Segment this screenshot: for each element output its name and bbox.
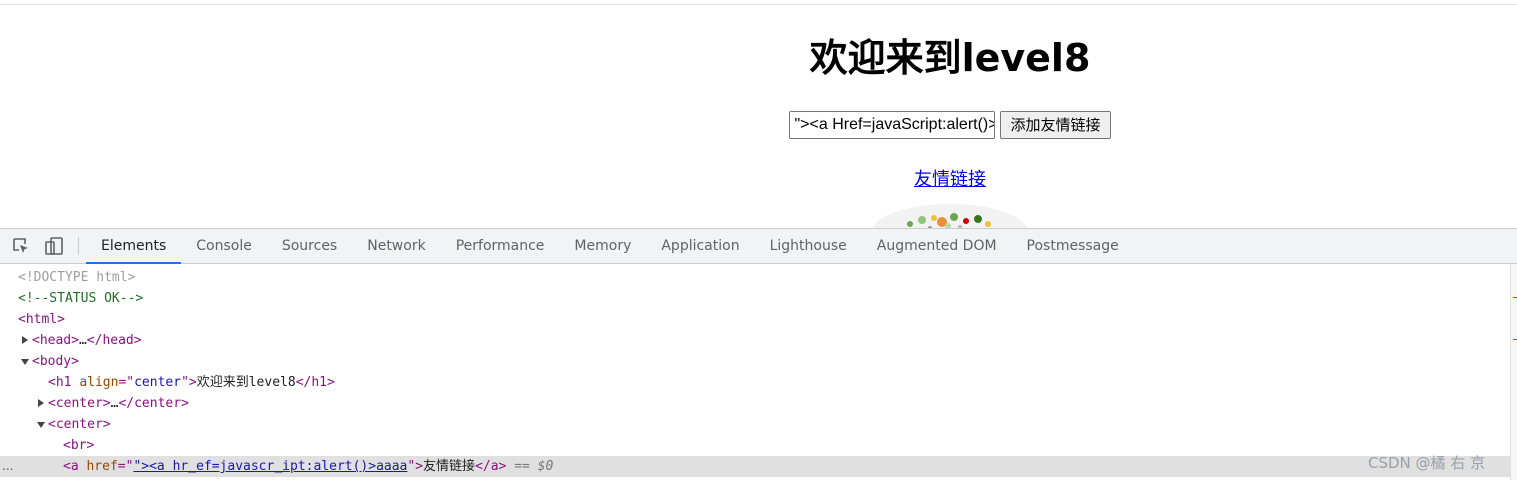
device-toolbar-icon[interactable] [44,236,64,256]
h1-attr-value: center [134,375,182,390]
dom-node-comment[interactable]: <!--STATUS OK--> [0,288,1510,309]
page-viewport: 欢迎来到level8 "><a Href=javaScript:alert()>… [0,0,1517,228]
dom-node-h1[interactable]: <h1 align="center">欢迎来到level8</h1> [0,372,1510,393]
a-href-value-link[interactable]: "><a hr_ef=javascr_ipt:alert()>aaaa [133,459,407,474]
tab-lighthouse[interactable]: Lighthouse [755,229,862,263]
html-tag: <html> [18,312,65,327]
add-friend-link-button[interactable]: 添加友情链接 [1000,111,1111,139]
tab-application[interactable]: Application [646,229,754,263]
h1-open-tag: <h1 [48,375,72,390]
dom-node-center-collapsed[interactable]: <center>…</center> [0,393,1510,414]
selected-marker: == $0 [514,459,554,474]
center-close-tag: </center> [118,396,189,411]
h1-attr-eq: =" [118,375,135,390]
devtools-toolbar: Elements Console Sources Network Perform… [0,229,1517,264]
top-divider [0,4,1517,5]
h1-attr-end: "> [181,375,197,390]
a-open-tag: <a [63,459,79,474]
head-close-tag: </head> [86,333,142,348]
expand-arrow-icon[interactable] [38,399,44,407]
h1-text: 欢迎来到level8 [196,375,296,390]
head-open-tag: <head> [32,333,79,348]
collapse-arrow-icon[interactable] [37,422,45,428]
tab-performance[interactable]: Performance [441,229,560,263]
h1-close-tag: </h1> [295,375,335,390]
elements-tree: <!DOCTYPE html> <!--STATUS OK--> <html> … [0,264,1510,480]
br-tag: <br> [63,438,95,453]
watermark: CSDN @橘 右 京 [1368,454,1486,472]
devtools-tabs: Elements Console Sources Network Perform… [86,229,1134,264]
center-open-tag: <center> [48,396,111,411]
comment-text: <!--STATUS OK--> [18,291,144,306]
more-options-icon[interactable]: ... [2,456,22,477]
tab-sources[interactable]: Sources [267,229,352,263]
a-attr-name: href [86,459,118,474]
dom-node-html[interactable]: <html> [0,309,1510,330]
a-attr-end: "> [407,459,424,474]
doctype-text: <!DOCTYPE html> [18,270,136,285]
tab-memory[interactable]: Memory [559,229,646,263]
tab-network[interactable]: Network [352,229,440,263]
tab-postmessage[interactable]: Postmessage [1012,229,1134,263]
scroll-marker [1513,339,1517,340]
toolbar-divider [78,237,79,255]
tab-console[interactable]: Console [181,229,267,263]
a-attr-eq: =" [117,459,134,474]
h1-attr-name: align [79,375,119,390]
tab-augmented-dom[interactable]: Augmented DOM [862,229,1012,263]
head-ellipsis[interactable]: … [79,333,87,348]
a-text: 友情链接 [423,459,476,474]
scroll-marker [1513,297,1517,298]
page-image [872,204,1028,228]
page-title: 欢迎来到level8 [809,36,1091,80]
inspect-element-icon[interactable] [11,236,31,256]
keyword-input[interactable]: "><a Href=javaScript:alert()>aaaa [789,111,996,139]
dom-node-head[interactable]: <head>…</head> [0,330,1510,351]
a-close-tag: </a> [475,459,507,474]
center-open-tag: <center> [48,417,111,432]
devtools-panel: Elements Console Sources Network Perform… [0,228,1517,480]
expand-arrow-icon[interactable] [22,336,28,344]
dom-node-anchor-selected[interactable]: ... <a href=""><a hr_ef=javascr_ipt:aler… [0,456,1510,477]
link-form: "><a Href=javaScript:alert()>aaaa 添加友情链接 [0,111,1517,139]
body-open-tag: <body> [32,354,79,369]
dom-node-doctype[interactable]: <!DOCTYPE html> [0,267,1510,288]
collapse-arrow-icon[interactable] [21,359,29,365]
dom-node-center-expanded[interactable]: <center> [0,414,1510,435]
dom-node-br[interactable]: <br> [0,435,1510,456]
tab-elements[interactable]: Elements [86,229,182,264]
dom-node-body[interactable]: <body> [0,351,1510,372]
friend-link[interactable]: 友情链接 [914,169,986,190]
friend-link-row: 友情链接 [0,167,1517,193]
